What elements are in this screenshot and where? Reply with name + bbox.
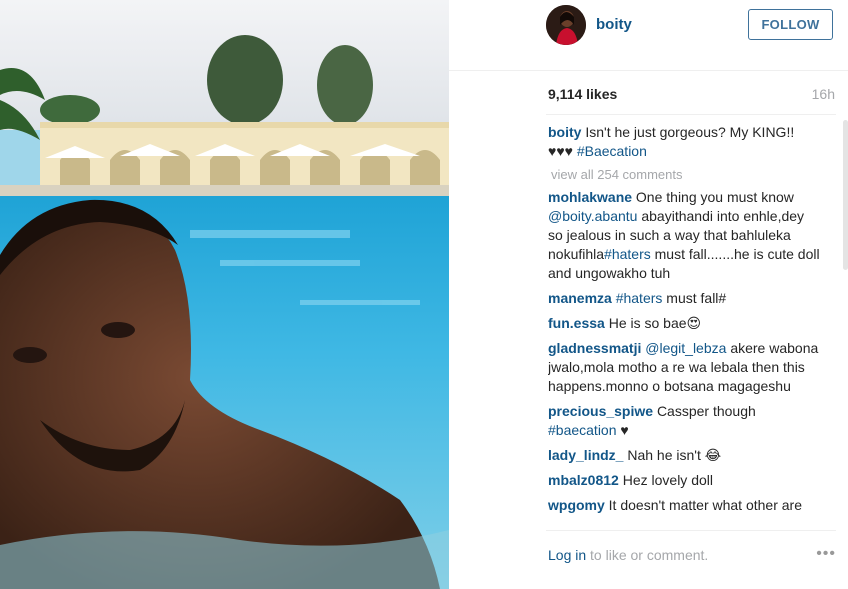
comment-text: He is so bae😍 bbox=[608, 315, 702, 331]
post-footer: Log in to like or comment. ••• bbox=[546, 530, 836, 579]
post-photo[interactable] bbox=[0, 0, 449, 589]
comment-item: precious_spiwe Cassper though #baecation… bbox=[548, 402, 820, 440]
likes-count[interactable]: 9,114 likes bbox=[548, 86, 617, 102]
comment-item: wpgomy It doesn't matter what other are bbox=[548, 496, 820, 515]
comment-text: It doesn't matter what other are bbox=[608, 497, 802, 513]
comment-text: Nah he isn't 😂 bbox=[627, 447, 722, 463]
comment-hashtag[interactable]: #haters bbox=[616, 290, 663, 306]
divider bbox=[546, 114, 836, 115]
post-header: boity FOLLOW bbox=[449, 0, 848, 71]
view-all-comments-link[interactable]: view all 254 comments bbox=[551, 167, 820, 182]
comment-text: Hez lovely doll bbox=[622, 472, 713, 488]
post-details-panel: boity FOLLOW 9,114 likes 16h boity Isn't… bbox=[449, 0, 848, 589]
comment-hashtag[interactable]: #haters bbox=[604, 246, 651, 262]
instagram-post: boity FOLLOW 9,114 likes 16h boity Isn't… bbox=[0, 0, 848, 589]
login-link[interactable]: Log in bbox=[548, 547, 586, 563]
comment-mention[interactable]: @boity.abantu bbox=[548, 208, 637, 224]
comment-item: gladnessmatji @legit_lebza akere wabona … bbox=[548, 339, 820, 396]
caption-username[interactable]: boity bbox=[548, 124, 581, 140]
more-options-button[interactable]: ••• bbox=[816, 545, 836, 563]
comment-username[interactable]: mohlakwane bbox=[548, 189, 632, 205]
comment-text: ♥ bbox=[620, 422, 629, 438]
pool-selfie-image bbox=[0, 0, 449, 589]
comment-text: must fall# bbox=[666, 290, 727, 306]
comment-username[interactable]: wpgomy bbox=[548, 497, 605, 513]
follow-button[interactable]: FOLLOW bbox=[748, 9, 833, 40]
login-prompt: Log in to like or comment. bbox=[548, 547, 708, 563]
comments-scrollbar[interactable] bbox=[843, 120, 848, 270]
comment-username[interactable]: gladnessmatji bbox=[548, 340, 641, 356]
caption: boity Isn't he just gorgeous? My KING!! … bbox=[548, 123, 820, 161]
comment-item: manemza #haters must fall# bbox=[548, 289, 820, 308]
post-timestamp[interactable]: 16h bbox=[812, 86, 835, 102]
login-prompt-text: to like or comment. bbox=[590, 547, 709, 563]
avatar[interactable] bbox=[546, 5, 586, 45]
comment-username[interactable]: manemza bbox=[548, 290, 612, 306]
comment-text: One thing you must know bbox=[635, 189, 794, 205]
comment-username[interactable]: lady_lindz_ bbox=[548, 447, 623, 463]
comment-item: mbalz0812 Hez lovely doll bbox=[548, 471, 820, 490]
author-username-link[interactable]: boity bbox=[596, 16, 632, 33]
comment-item: lady_lindz_ Nah he isn't 😂 bbox=[548, 446, 820, 465]
post-stats: 9,114 likes 16h bbox=[548, 86, 835, 106]
caption-hashtag[interactable]: #Baecation bbox=[577, 143, 647, 159]
comment-item: fun.essa He is so bae😍 bbox=[548, 314, 820, 333]
comment-mention[interactable]: @legit_lebza bbox=[645, 340, 726, 356]
comments-list[interactable]: boity Isn't he just gorgeous? My KING!! … bbox=[548, 123, 820, 520]
comment-text: Cassper though bbox=[656, 403, 756, 419]
profile-photo bbox=[546, 5, 586, 45]
comment-hashtag[interactable]: #baecation bbox=[548, 422, 617, 438]
comment-item: mohlakwane One thing you must know @boit… bbox=[548, 188, 820, 283]
comment-username[interactable]: mbalz0812 bbox=[548, 472, 619, 488]
comment-username[interactable]: fun.essa bbox=[548, 315, 605, 331]
comment-username[interactable]: precious_spiwe bbox=[548, 403, 653, 419]
